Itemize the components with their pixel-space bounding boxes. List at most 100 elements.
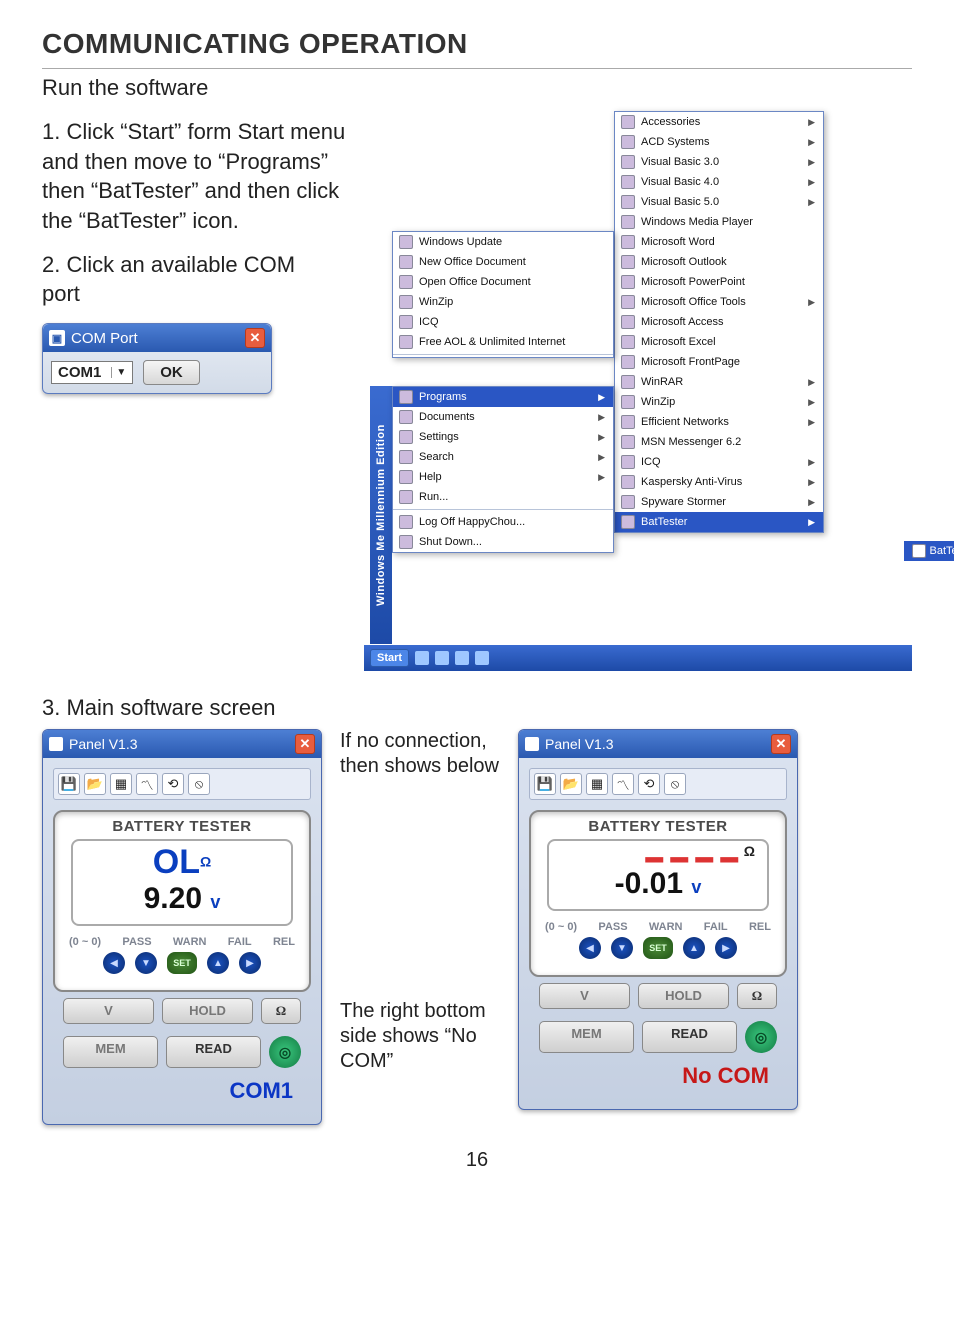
com-port-dialog: ▣ COM Port ✕ COM1 ▼ OK (42, 323, 272, 394)
programs-item[interactable]: WinRAR▶ (615, 372, 823, 392)
v-button[interactable]: V (539, 983, 630, 1009)
programs-item[interactable]: Windows Media Player (615, 212, 823, 232)
save-icon[interactable]: 💾 (534, 773, 556, 795)
window-icon: ▣ (49, 330, 65, 346)
com-port-combo[interactable]: COM1 ▼ (51, 361, 133, 384)
start-menu-item[interactable]: ICQ (393, 312, 613, 332)
programs-item[interactable]: MSN Messenger 6.2 (615, 432, 823, 452)
programs-item[interactable]: WinZip▶ (615, 392, 823, 412)
save-icon[interactable]: 💾 (58, 773, 80, 795)
step-2-text: 2. Click an available COM port (42, 250, 302, 309)
programs-item[interactable]: Efficient Networks▶ (615, 412, 823, 432)
grid-icon[interactable]: ▦ (586, 773, 608, 795)
start-menu-item[interactable]: Run... (393, 487, 613, 507)
program-icon (621, 495, 635, 509)
program-icon (399, 255, 413, 269)
programs-item[interactable]: Visual Basic 5.0▶ (615, 192, 823, 212)
open-icon[interactable]: 📂 (84, 773, 106, 795)
com-status: COM1 (53, 1074, 311, 1114)
read-button[interactable]: READ (642, 1021, 737, 1053)
programs-submenu: Accessories▶ACD Systems▶Visual Basic 3.0… (614, 111, 824, 533)
program-icon (621, 375, 635, 389)
program-icon (399, 490, 413, 504)
start-menu-item[interactable]: New Office Document (393, 252, 613, 272)
programs-item[interactable]: Microsoft Office Tools▶ (615, 292, 823, 312)
hold-button[interactable]: HOLD (638, 983, 729, 1009)
start-menu-item[interactable]: Settings▶ (393, 427, 613, 447)
program-icon (621, 195, 635, 209)
step-3-text: 3. Main software screen (42, 695, 912, 721)
com-port-title: COM Port (71, 330, 138, 347)
status-label: WARN (649, 921, 683, 933)
record-icon[interactable]: ◎ (745, 1021, 777, 1053)
v-button[interactable]: V (63, 998, 154, 1024)
programs-item[interactable]: Microsoft FrontPage (615, 352, 823, 372)
program-icon (399, 295, 413, 309)
start-menu-item[interactable]: Search▶ (393, 447, 613, 467)
mem-button[interactable]: MEM (539, 1021, 634, 1053)
read-button[interactable]: READ (166, 1036, 261, 1068)
page-number: 16 (42, 1149, 912, 1172)
app-icon (49, 737, 63, 751)
programs-item[interactable]: Microsoft Excel (615, 332, 823, 352)
chart-icon[interactable]: 〽 (612, 773, 634, 795)
programs-item[interactable]: Spyware Stormer▶ (615, 492, 823, 512)
lcd-heading: BATTERY TESTER (55, 818, 309, 835)
close-icon[interactable]: ✕ (771, 734, 791, 754)
start-menu-item[interactable]: Open Office Document (393, 272, 613, 292)
ok-button[interactable]: OK (143, 360, 200, 385)
record-icon[interactable]: ◎ (269, 1036, 301, 1068)
start-menu-screenshot: Accessories▶ACD Systems▶Visual Basic 3.0… (364, 111, 912, 671)
start-menu-item[interactable]: Shut Down... (393, 532, 613, 552)
start-menu-item[interactable]: Windows Update (393, 232, 613, 252)
voltage-value: 9.20 (144, 882, 202, 915)
grid-icon[interactable]: ▦ (110, 773, 132, 795)
start-menu-top: Windows UpdateNew Office DocumentOpen Of… (392, 231, 614, 358)
chart-icon[interactable]: 〽 (136, 773, 158, 795)
close-icon[interactable]: ✕ (245, 328, 265, 348)
open-icon[interactable]: 📂 (560, 773, 582, 795)
programs-item[interactable]: BatTester▶ (615, 512, 823, 532)
refresh-icon[interactable]: ⟲ (638, 773, 660, 795)
hold-button[interactable]: HOLD (162, 998, 253, 1024)
programs-item[interactable]: ICQ▶ (615, 452, 823, 472)
programs-item[interactable]: ACD Systems▶ (615, 132, 823, 152)
start-button[interactable]: Start (370, 649, 409, 667)
mem-button[interactable]: MEM (63, 1036, 158, 1068)
programs-item[interactable]: Microsoft Word (615, 232, 823, 252)
start-menu-item[interactable]: Log Off HappyChou... (393, 512, 613, 532)
voltage-value: -0.01 (615, 867, 683, 900)
program-icon (621, 275, 635, 289)
battester-flyout[interactable]: BatTester (904, 541, 954, 561)
start-menu-item[interactable]: Help▶ (393, 467, 613, 487)
set-button[interactable]: SET (167, 952, 197, 974)
mid-column-notes: If no connection, then shows below The r… (340, 729, 500, 1074)
chevron-down-icon: ▼ (111, 367, 126, 378)
refresh-icon[interactable]: ⟲ (162, 773, 184, 795)
programs-item[interactable]: Microsoft Outlook (615, 252, 823, 272)
status-label: REL (273, 936, 295, 948)
program-icon (621, 215, 635, 229)
programs-item[interactable]: Visual Basic 4.0▶ (615, 172, 823, 192)
start-menu-item[interactable]: Free AOL & Unlimited Internet (393, 332, 613, 352)
programs-item[interactable]: Visual Basic 3.0▶ (615, 152, 823, 172)
stop-icon[interactable]: ⦸ (664, 773, 686, 795)
set-button[interactable]: SET (643, 937, 673, 959)
programs-item[interactable]: Kaspersky Anti-Virus▶ (615, 472, 823, 492)
start-menu-item[interactable]: Documents▶ (393, 407, 613, 427)
programs-item[interactable]: Microsoft Access (615, 312, 823, 332)
program-icon (621, 175, 635, 189)
ohm-button[interactable]: Ω (261, 998, 301, 1024)
status-label: (0 ~ 0) (69, 936, 101, 948)
lcd-display: BATTERY TESTER OLΩ 9.20 v (0 ~ 0)PASSWAR… (53, 810, 311, 992)
ohm-button[interactable]: Ω (737, 983, 777, 1009)
programs-item[interactable]: Microsoft PowerPoint (615, 272, 823, 292)
program-icon (399, 315, 413, 329)
start-menu-item[interactable]: WinZip (393, 292, 613, 312)
close-icon[interactable]: ✕ (295, 734, 315, 754)
program-icon (621, 155, 635, 169)
stop-icon[interactable]: ⦸ (188, 773, 210, 795)
start-menu-item[interactable]: Programs▶ (393, 387, 613, 407)
program-icon (621, 235, 635, 249)
programs-item[interactable]: Accessories▶ (615, 112, 823, 132)
